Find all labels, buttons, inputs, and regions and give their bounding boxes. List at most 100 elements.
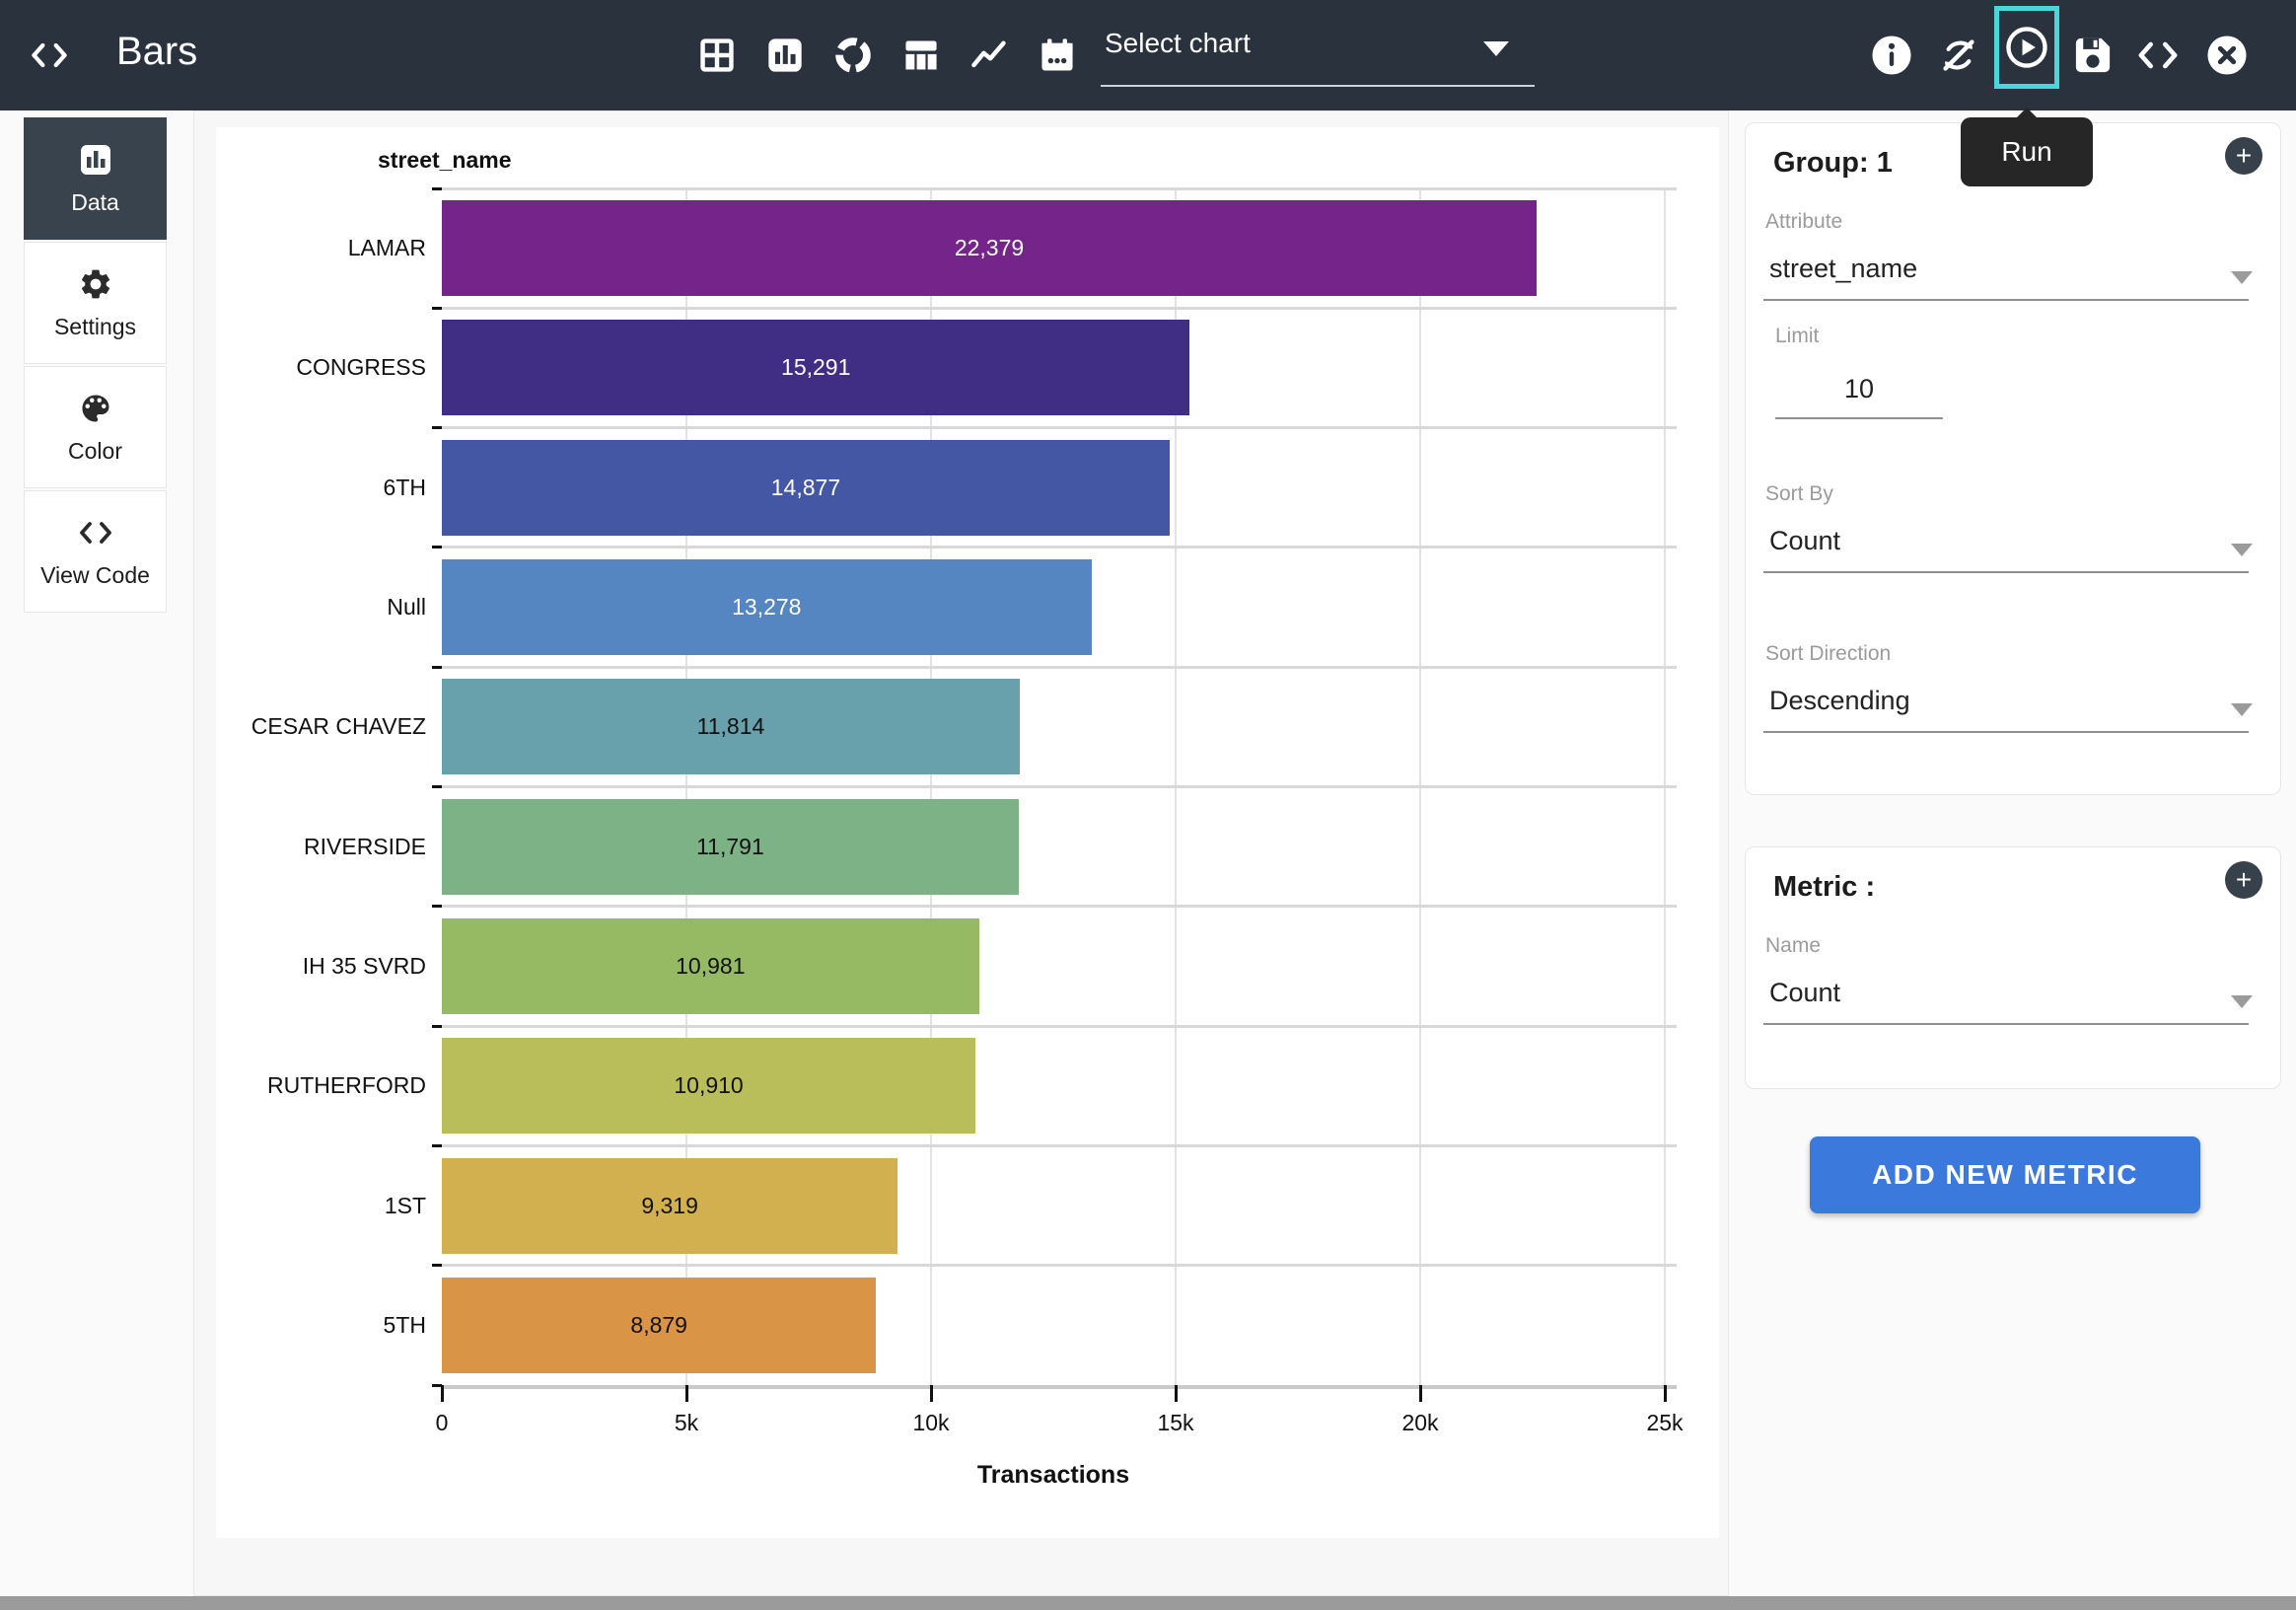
code-icon <box>78 515 113 550</box>
sort-by-underline <box>1763 571 2249 573</box>
category-label: IH 35 SVRD <box>219 907 426 1026</box>
row-separator <box>442 187 1677 190</box>
category-label: 6TH <box>219 428 426 548</box>
bar: 11,791 <box>442 799 1019 895</box>
bottom-window-edge <box>0 1596 2296 1610</box>
sync-disabled-icon[interactable] <box>1937 34 1980 77</box>
y-axis-tick <box>432 1025 442 1028</box>
chevron-down-icon[interactable] <box>2231 995 2253 1008</box>
sidebar-item-data[interactable]: Data <box>24 117 167 240</box>
y-axis-tick <box>432 1264 442 1267</box>
run-tooltip: Run <box>1961 117 2093 186</box>
group-card: Group: 1 + Attribute street_name Limit 1… <box>1745 122 2281 795</box>
row-separator <box>442 546 1677 549</box>
x-axis-line <box>442 1385 1677 1389</box>
chart-card: street_name LAMAR22,379CONGRESS15,2916TH… <box>216 127 1719 1538</box>
run-button[interactable] <box>1994 6 2059 89</box>
sidebar-item-label: Color <box>68 438 122 465</box>
run-tooltip-label: Run <box>2001 136 2051 168</box>
add-new-metric-button[interactable]: ADD NEW METRIC <box>1810 1136 2200 1213</box>
limit-input[interactable]: 10 <box>1775 374 1943 404</box>
x-axis-tick <box>930 1385 933 1402</box>
attribute-select[interactable]: street_name <box>1769 254 1917 284</box>
chevron-down-icon <box>1483 41 1509 56</box>
category-label: Null <box>219 548 426 667</box>
select-chart-label: Select chart <box>1105 28 1251 59</box>
chart-type-toolbar <box>697 36 1077 75</box>
code-icon[interactable] <box>2136 34 2180 77</box>
category-label: RUTHERFORD <box>219 1026 426 1145</box>
palette-icon <box>78 391 113 426</box>
save-icon[interactable] <box>2071 34 2115 77</box>
bar-value-label: 11,814 <box>697 713 765 740</box>
add-metric-plus-button[interactable]: + <box>2225 861 2262 899</box>
category-label: RIVERSIDE <box>219 787 426 907</box>
x-tick-label: 25k <box>1646 1410 1683 1436</box>
metric-card-title: Metric : <box>1773 871 1875 904</box>
bar-value-label: 22,379 <box>955 235 1024 261</box>
row-separator <box>442 785 1677 788</box>
bar: 9,319 <box>442 1158 897 1254</box>
x-tick-label: 0 <box>436 1410 449 1436</box>
select-chart-dropdown[interactable]: Select chart <box>1101 0 1535 110</box>
bar: 11,814 <box>442 679 1020 774</box>
x-tick-label: 15k <box>1157 1410 1193 1436</box>
y-axis-tick <box>432 1144 442 1147</box>
limit-underline <box>1775 417 1943 419</box>
donut-chart-icon[interactable] <box>833 36 873 75</box>
sidebar-item-settings[interactable]: Settings <box>24 242 167 364</box>
calendar-icon[interactable] <box>1038 36 1077 75</box>
y-axis-tick <box>432 785 442 788</box>
sidebar-item-label: Data <box>71 189 119 216</box>
category-label: 1ST <box>219 1145 426 1265</box>
y-axis-tick <box>432 426 442 429</box>
grid-icon[interactable] <box>697 36 737 75</box>
row-separator <box>442 666 1677 669</box>
run-play-icon <box>2004 25 2049 70</box>
bar-value-label: 8,879 <box>630 1312 687 1339</box>
chevron-down-icon[interactable] <box>2231 271 2253 284</box>
bar: 22,379 <box>442 200 1537 296</box>
x-axis-tick <box>685 1385 688 1402</box>
sort-direction-label: Sort Direction <box>1765 642 1891 666</box>
bar: 13,278 <box>442 559 1092 655</box>
bar-value-label: 11,791 <box>696 834 764 860</box>
bar: 15,291 <box>442 320 1189 415</box>
metric-name-label: Name <box>1765 934 1821 958</box>
sidebar-item-view-code[interactable]: View Code <box>24 490 167 613</box>
bar-chart-icon[interactable] <box>765 36 805 75</box>
line-chart-icon[interactable] <box>969 36 1009 75</box>
sidebar-item-label: View Code <box>40 562 150 589</box>
info-icon[interactable] <box>1870 34 1913 77</box>
sort-by-select[interactable]: Count <box>1769 526 1840 556</box>
close-icon[interactable] <box>2205 34 2249 77</box>
x-axis-tick <box>1419 1385 1422 1402</box>
table-icon[interactable] <box>901 36 941 75</box>
chart-title: street_name <box>378 147 512 174</box>
chevron-down-icon[interactable] <box>2231 544 2253 556</box>
x-axis-tick <box>1664 1385 1667 1402</box>
select-chart-underline <box>1101 85 1535 87</box>
sidebar-item-color[interactable]: Color <box>24 366 167 488</box>
x-axis-tick <box>1175 1385 1178 1402</box>
top-bar: Bars <box>0 0 2296 110</box>
row-separator <box>442 1264 1677 1267</box>
row-separator <box>442 1144 1677 1147</box>
add-group-button[interactable]: + <box>2225 137 2262 175</box>
y-axis-tick <box>432 187 442 190</box>
gear-icon <box>78 266 113 302</box>
row-separator <box>442 1025 1677 1028</box>
category-label: 5TH <box>219 1266 426 1385</box>
chevron-down-icon[interactable] <box>2231 703 2253 716</box>
bar-value-label: 10,910 <box>674 1072 743 1099</box>
sidebar-item-label: Settings <box>54 314 136 340</box>
x-axis-tick <box>441 1385 444 1402</box>
add-new-metric-label: ADD NEW METRIC <box>1872 1159 2138 1191</box>
bar: 10,981 <box>442 918 979 1014</box>
row-separator <box>442 905 1677 908</box>
code-icon <box>28 36 71 75</box>
sort-direction-select[interactable]: Descending <box>1769 686 1910 716</box>
bar-value-label: 10,981 <box>676 953 745 980</box>
category-label: LAMAR <box>219 188 426 308</box>
metric-name-select[interactable]: Count <box>1769 978 1840 1008</box>
